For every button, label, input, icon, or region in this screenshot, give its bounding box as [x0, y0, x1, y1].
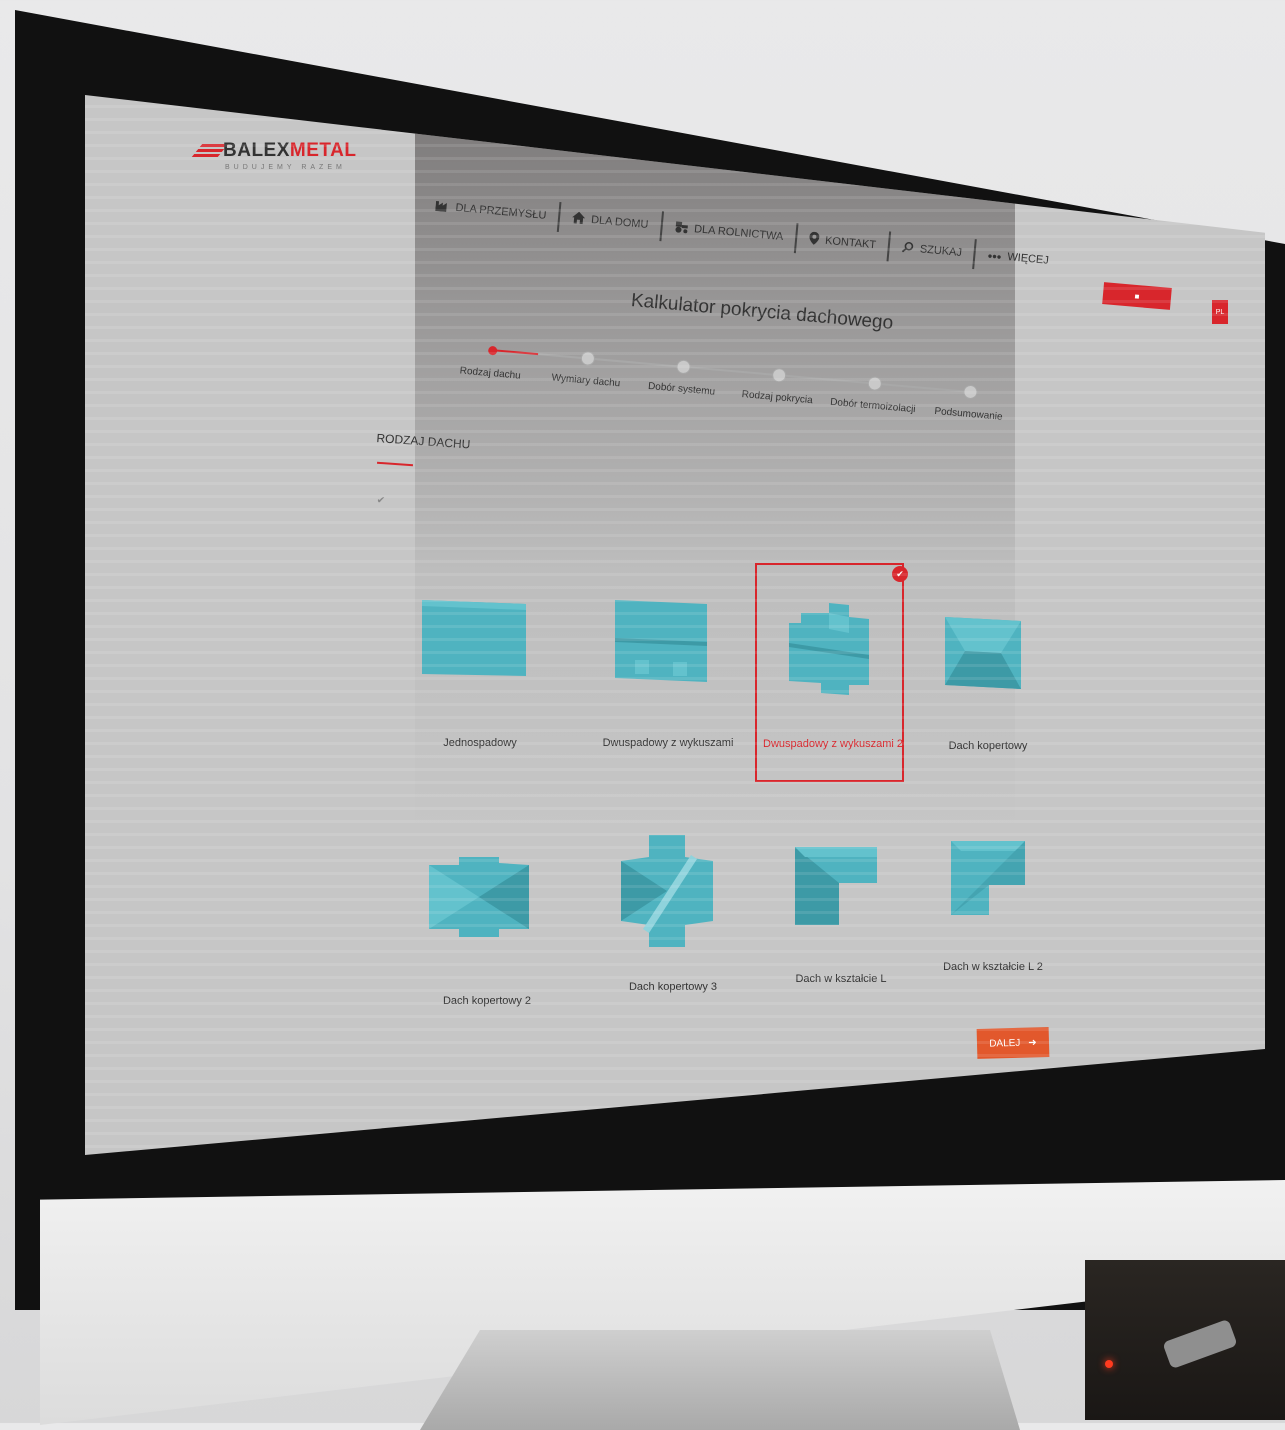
step-wymiary-dachu[interactable]: Wymiary dachu: [536, 347, 639, 391]
step-dot-icon: [580, 350, 596, 367]
selected-check-icon: ✔: [892, 566, 908, 582]
nav-label: SZUKAJ: [919, 243, 963, 259]
roof-option-label: Dach w kształcie L 2: [943, 961, 1043, 973]
check-icon: ✔: [376, 495, 386, 507]
step-rodzaj-dachu[interactable]: Rodzaj dachu: [440, 339, 543, 384]
hip-roof-3-icon: [621, 835, 713, 947]
page-title: Kalkulator pokrycia dachowego: [630, 290, 894, 334]
nav-item-wiecej[interactable]: ••• WIĘCEJ: [974, 239, 1062, 276]
top-action-button[interactable]: ■: [1102, 282, 1172, 310]
nav-label: DLA PRZEMYSŁU: [455, 201, 547, 222]
logo-tagline: BUDUJEMY RAZEM: [225, 164, 346, 171]
instruction-hint: ✔: [376, 495, 397, 507]
step-dot-icon: [962, 384, 979, 400]
search-icon: [901, 240, 914, 256]
logo-mark-icon: [191, 144, 229, 158]
step-dot-icon: [487, 345, 498, 356]
main-nav: DLA PRZEMYSŁU DLA DOMU DLA ROLNICTWA KON…: [422, 190, 1062, 277]
nav-label: WIĘCEJ: [1006, 251, 1050, 267]
more-icon: •••: [987, 247, 1003, 264]
progress-stepper: Rodzaj dachu Wymiary dachu Dobór systemu…: [450, 340, 1003, 467]
step-label: Dobór systemu: [647, 380, 716, 398]
step-dobor-termoizolacji[interactable]: Dobór termoizolacji: [823, 372, 926, 416]
location-pin-icon: [808, 231, 820, 248]
step-podsumowanie[interactable]: Podsumowanie: [918, 381, 1021, 425]
screen: BALEXMETAL BUDUJEMY RAZEM DLA PRZEMYSŁU …: [85, 95, 1265, 1155]
next-button[interactable]: DALEJ ➜: [976, 1027, 1050, 1059]
step-dot-icon: [867, 375, 883, 392]
hip-roof-icon: [945, 617, 1021, 689]
nav-label: KONTAKT: [824, 234, 877, 252]
roof-option-label: Dach kopertowy: [948, 740, 1028, 752]
nav-item-dla-rolnictwa[interactable]: DLA ROLNICTWA: [660, 211, 799, 254]
language-button[interactable]: PL: [1212, 300, 1228, 324]
roof-option-label: Dach kopertowy 2: [442, 995, 532, 1007]
next-button-label: DALEJ: [989, 1037, 1021, 1050]
nav-item-dla-domu[interactable]: DLA DOMU: [558, 202, 664, 242]
step-label: Podsumowanie: [933, 405, 1004, 423]
step-label: Rodzaj pokrycia: [741, 389, 814, 407]
roof-option-label: Dach w kształcie L: [795, 973, 887, 985]
logo-brand-a: BALEX: [223, 140, 290, 161]
arrow-right-icon: ➜: [1028, 1036, 1037, 1049]
port-icon: [1162, 1318, 1238, 1370]
tractor-icon: [674, 220, 689, 236]
gable-roof-dormers-icon: [615, 600, 707, 682]
step-dot-icon: [675, 359, 692, 375]
step-label: Dobór termoizolacji: [829, 396, 916, 416]
step-dot-icon: [771, 367, 787, 383]
section-underline: [376, 461, 414, 467]
roof-option-label: Dach kopertowy 3: [628, 981, 718, 993]
factory-icon: [435, 199, 450, 215]
step-label: Wymiary dachu: [551, 372, 621, 390]
status-led-icon: [1105, 1360, 1113, 1368]
camera-icon: ■: [1134, 291, 1140, 301]
monitor-stand: [420, 1330, 1020, 1430]
step-label: Rodzaj dachu: [459, 365, 522, 382]
nav-item-dla-przemyslu[interactable]: DLA PRZEMYSŁU: [422, 190, 562, 233]
nav-item-kontakt[interactable]: KONTAKT: [795, 223, 892, 262]
desk-device: [1085, 1260, 1285, 1420]
logo-brand: BALEXMETAL: [223, 140, 356, 162]
l-shaped-roof-2-icon: [951, 841, 1025, 915]
nav-item-szukaj[interactable]: SZUKAJ: [888, 231, 978, 270]
nav-label: DLA ROLNICTWA: [693, 223, 784, 244]
hip-roof-2-icon: [429, 857, 529, 937]
step-rodzaj-pokrycia[interactable]: Rodzaj pokrycia: [727, 364, 830, 408]
logo-brand-b: METAL: [289, 140, 357, 161]
home-icon: [572, 211, 586, 227]
section-title: RODZAJ DACHU: [376, 431, 471, 452]
step-dobor-systemu[interactable]: Dobór systemu: [631, 356, 734, 400]
roof-option-label: Dwuspadowy z wykuszami: [602, 737, 734, 749]
selected-frame: [755, 563, 904, 782]
roof-option-label: Jednospadowy: [443, 737, 517, 749]
l-shaped-roof-icon: [795, 847, 877, 925]
mono-pitch-roof-icon: [422, 600, 526, 676]
nav-label: DLA DOMU: [590, 213, 649, 231]
